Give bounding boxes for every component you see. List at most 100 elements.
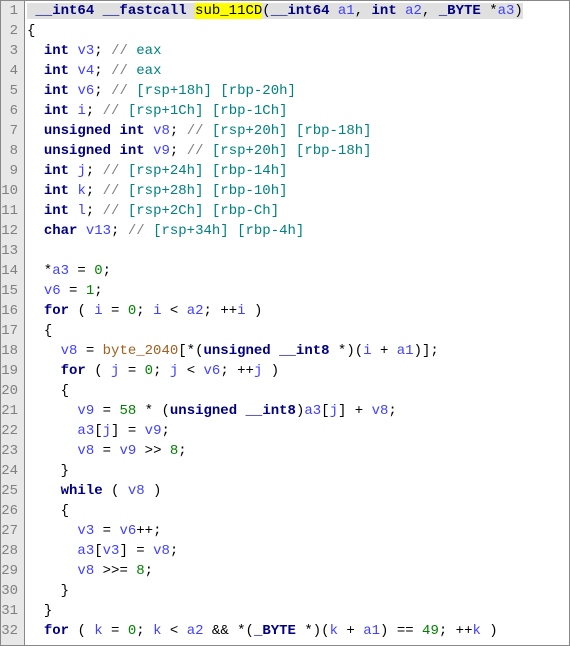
code-token: ; [153,363,170,379]
code-token: { [61,383,69,399]
code-token [27,623,44,639]
code-token: for [44,303,69,319]
code-token [27,203,44,219]
code-token: [rsp+24h] [rbp-14h] [128,163,288,179]
code-line[interactable]: v8 = v9 >> 8; [27,441,569,461]
code-token: v9 [145,423,162,439]
code-line[interactable]: int j; // [rsp+24h] [rbp-14h] [27,161,569,181]
code-token: __int8 [279,343,329,359]
code-token: [ [94,423,102,439]
code-token: int [44,83,69,99]
line-number: 23 [1,441,20,461]
code-token: v3 [77,43,94,59]
code-token: i [153,303,161,319]
code-token: int [119,143,144,159]
code-line[interactable]: } [27,601,569,621]
code-token: [rsp+34h] [rbp-4h] [153,223,304,239]
code-token: v8 [153,123,170,139]
code-line[interactable]: v8 = byte_2040[*(unsigned __int8 *)(i + … [27,341,569,361]
code-token: k [77,183,85,199]
code-token: // [111,83,136,99]
code-token [27,523,77,539]
code-token: a2 [405,3,422,19]
line-number: 15 [1,281,20,301]
code-line[interactable]: v9 = 58 * (unsigned __int8)a3[j] + v8; [27,401,569,421]
code-line[interactable]: char v13; // [rsp+34h] [rbp-4h] [27,221,569,241]
code-token: i [77,103,85,119]
code-token: } [44,603,52,619]
code-area[interactable]: __int64 __fastcall sub_11CD(__int64 a1, … [25,1,569,645]
code-editor[interactable]: 1234567891011121314151617181920212223242… [0,0,570,646]
code-line[interactable]: while ( v8 ) [27,481,569,501]
code-token [27,423,77,439]
code-token: ; [161,423,169,439]
code-line[interactable] [27,241,569,261]
code-token: 0 [145,363,153,379]
code-line[interactable]: for ( i = 0; i < a2; ++i ) [27,301,569,321]
code-token: 0 [94,263,102,279]
code-token: ( [77,623,94,639]
line-number: 19 [1,361,20,381]
code-line[interactable]: int v4; // eax [27,61,569,81]
code-line[interactable]: int k; // [rsp+28h] [rbp-10h] [27,181,569,201]
code-token: , [355,3,372,19]
code-line[interactable]: int i; // [rsp+1Ch] [rbp-1Ch] [27,101,569,121]
code-token: a3 [52,263,69,279]
code-token: unsigned [44,143,111,159]
code-line[interactable]: int v6; // [rsp+18h] [rbp-20h] [27,81,569,101]
code-line[interactable]: { [27,21,569,41]
code-line[interactable]: *a3 = 0; [27,261,569,281]
line-number: 28 [1,541,20,561]
code-token: ; [94,83,111,99]
line-number: 32 [1,621,20,641]
code-token [145,143,153,159]
code-line[interactable]: unsigned int v8; // [rsp+20h] [rbp-18h] [27,121,569,141]
code-token: 1 [86,283,94,299]
code-token [27,583,61,599]
code-token: a2 [187,303,204,319]
code-token: for [61,363,86,379]
code-token: // [103,163,128,179]
code-token: + [346,403,371,419]
code-token: [rsp+18h] [rbp-20h] [136,83,296,99]
code-line[interactable]: a3[v3] = v8; [27,541,569,561]
code-token [27,103,44,119]
code-token: , [422,3,439,19]
code-token: v8 [128,483,145,499]
code-token: a3 [304,403,321,419]
code-line[interactable]: } [27,461,569,481]
code-line[interactable]: a3[j] = v9; [27,421,569,441]
code-token [27,463,61,479]
code-token: char [44,223,78,239]
code-line[interactable]: { [27,381,569,401]
code-line[interactable]: { [27,321,569,341]
code-line[interactable]: __int64 __fastcall sub_11CD(__int64 a1, … [27,1,569,21]
code-line[interactable]: int v3; // eax [27,41,569,61]
code-line[interactable]: for ( j = 0; j < v6; ++j ) [27,361,569,381]
code-token: ) [246,303,263,319]
code-token [103,483,111,499]
code-token: )( [313,623,330,639]
code-token: ; [153,523,161,539]
code-token: v9 [77,403,94,419]
code-token: && * [204,623,246,639]
code-line[interactable]: } [27,581,569,601]
code-token: unsigned [170,403,237,419]
code-token: [ [321,403,329,419]
code-token: < [162,303,187,319]
code-line[interactable]: int l; // [rsp+2Ch] [rbp-Ch] [27,201,569,221]
code-token: sub_1 [195,3,237,19]
code-token: eax [136,63,161,79]
code-token: v9 [119,443,136,459]
code-token: [rsp+28h] [rbp-10h] [128,183,288,199]
code-line[interactable]: v6 = 1; [27,281,569,301]
code-line[interactable]: { [27,501,569,521]
code-line[interactable]: for ( k = 0; k < a2 && *(_BYTE *)(k + a1… [27,621,569,641]
code-line[interactable]: v8 >>= 8; [27,561,569,581]
code-token: __int64 [271,3,330,19]
code-token [27,143,44,159]
code-line[interactable]: unsigned int v9; // [rsp+20h] [rbp-18h] [27,141,569,161]
line-number: 14 [1,261,20,281]
code-token: // [187,123,212,139]
code-line[interactable]: v3 = v6++; [27,521,569,541]
